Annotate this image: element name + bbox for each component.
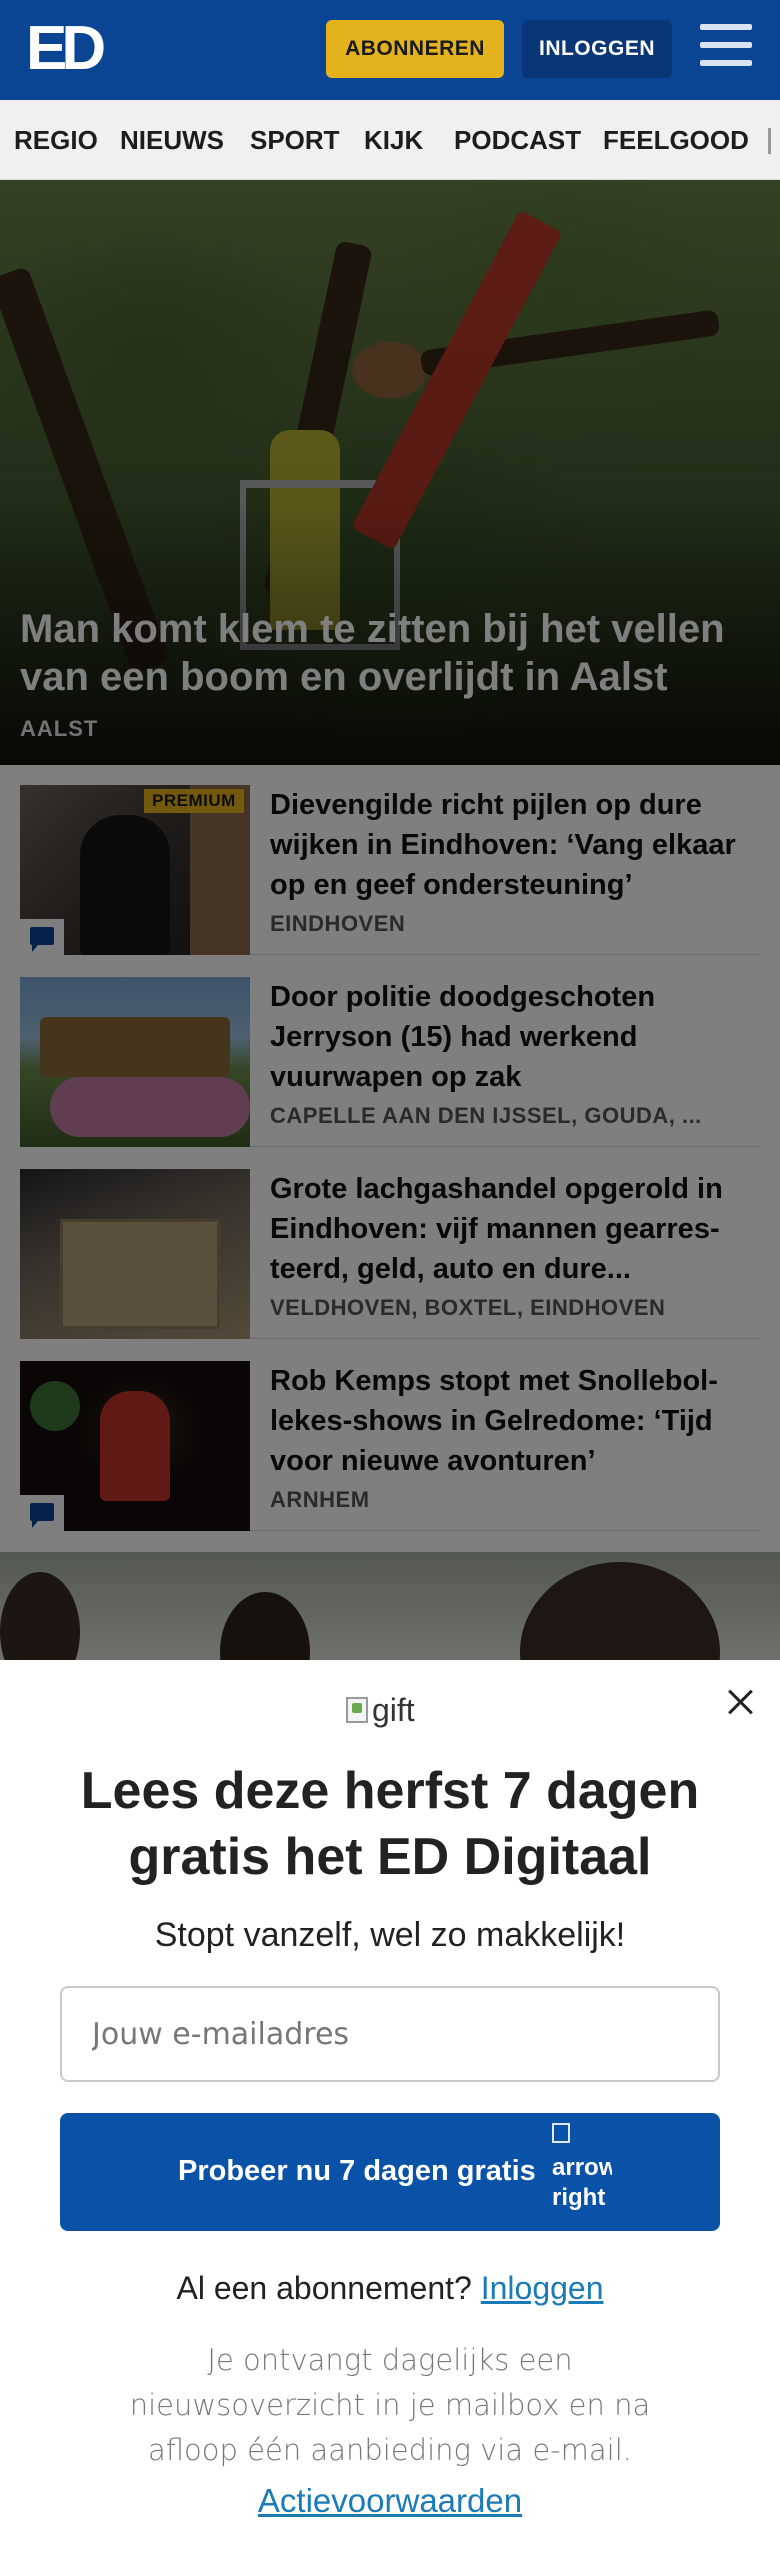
close-icon[interactable] bbox=[724, 1686, 756, 1718]
subscription-modal: gift Lees deze herfst 7 dagen gratis het… bbox=[0, 1660, 780, 2560]
existing-subscription-line: Al een abonnement? Inloggen bbox=[176, 2270, 604, 2306]
nav-item-nieuws[interactable]: NIEUWS bbox=[120, 100, 224, 179]
trial-button-label: Probeer nu 7 dagen gratis bbox=[178, 2155, 536, 2187]
email-field[interactable] bbox=[60, 1986, 720, 2082]
info-text: Je ontvangt dagelijks een nieuwsoverzich… bbox=[129, 2343, 651, 2467]
modal-title: Lees deze herfst 7 dagen gratis het ED D… bbox=[80, 1762, 700, 1886]
login-button[interactable]: INLOGGEN bbox=[522, 20, 672, 78]
nav-item-kijk[interactable]: KIJK bbox=[364, 100, 423, 179]
main-navigation: REGIO NIEUWS SPORT KIJK PODCAST FEELGOOD bbox=[0, 100, 780, 180]
arrow-right-icon: arrow right bbox=[552, 2123, 612, 2223]
login-link[interactable]: Inloggen bbox=[481, 2270, 604, 2306]
terms-link[interactable]: Actievoorwaarden bbox=[258, 2482, 522, 2519]
site-logo[interactable]: ED bbox=[26, 18, 118, 80]
trial-button[interactable]: Probeer nu 7 dagen gratis arrow right bbox=[60, 2113, 720, 2231]
top-header: ED ABONNEREN INLOGGEN bbox=[0, 0, 780, 100]
nav-overflow-indicator bbox=[768, 128, 771, 154]
hamburger-menu-icon[interactable] bbox=[700, 24, 752, 74]
nav-item-regio[interactable]: REGIO bbox=[14, 100, 98, 179]
nav-item-podcast[interactable]: PODCAST bbox=[454, 100, 581, 179]
terms-line: Actievoorwaarden bbox=[40, 2482, 740, 2520]
modal-subtitle: Stopt vanzelf, wel zo makkelijk! bbox=[154, 1916, 626, 1954]
gift-icon: gift bbox=[346, 1692, 415, 1728]
subscribe-button[interactable]: ABONNEREN bbox=[326, 20, 504, 78]
nav-item-sport[interactable]: SPORT bbox=[250, 100, 340, 179]
nav-item-feelgood[interactable]: FEELGOOD bbox=[603, 100, 749, 179]
modal-backdrop[interactable] bbox=[0, 180, 780, 1660]
